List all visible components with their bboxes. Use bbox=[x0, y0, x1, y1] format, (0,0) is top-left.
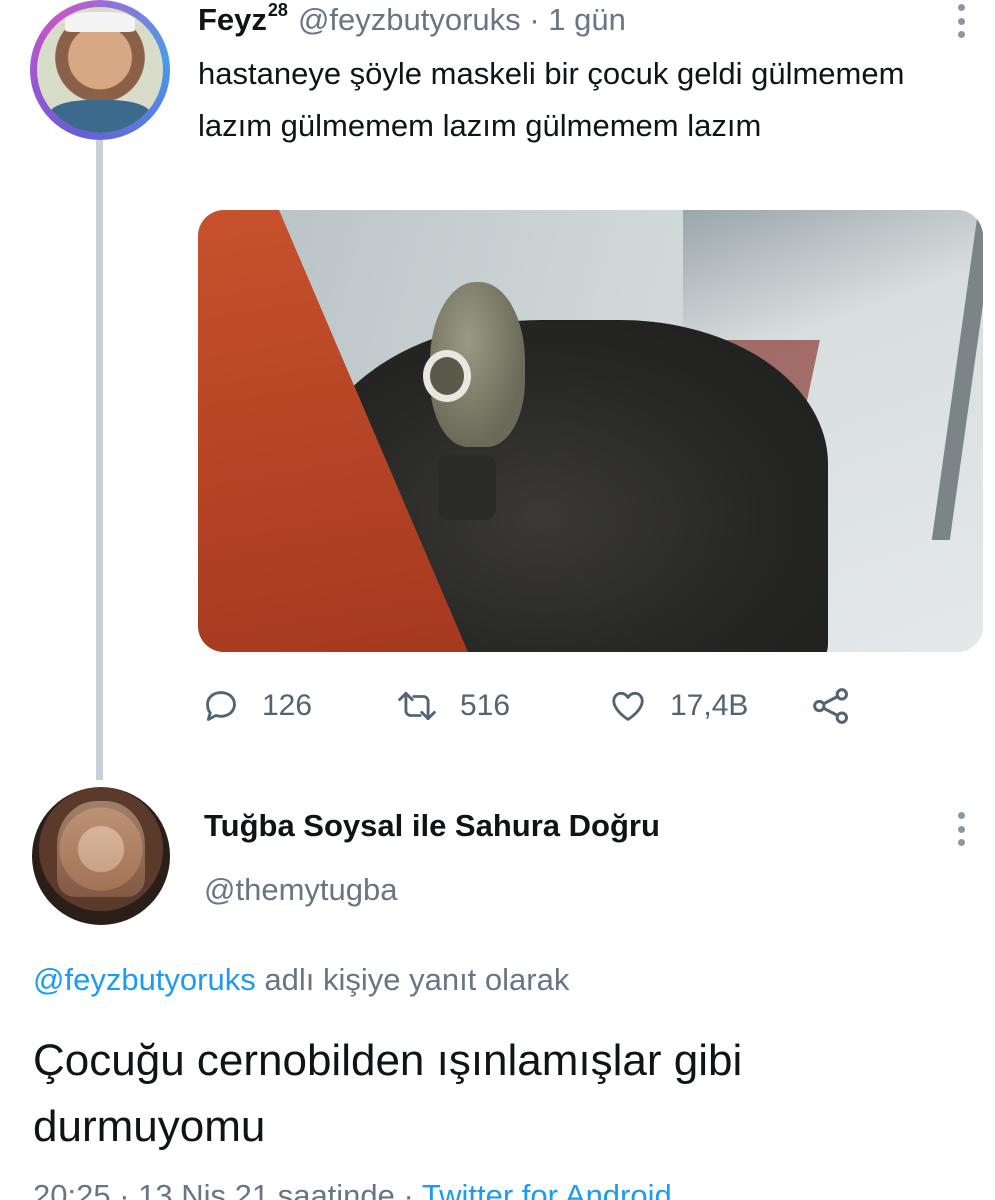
avatar-shirt bbox=[49, 100, 151, 133]
tweet-source-link[interactable]: Twitter for Android bbox=[422, 1178, 672, 1200]
reply-author-avatar[interactable] bbox=[32, 787, 170, 925]
author-handle-text: @feyzbutyoruks bbox=[297, 2, 521, 37]
replying-to-context: @feyzbutyoruks adlı kişiye yanıt olarak bbox=[33, 962, 569, 998]
tweet-timestamp[interactable]: 20:25 · 13 Nis 21 saatinde · bbox=[33, 1178, 414, 1200]
retweet-button[interactable]: 516 bbox=[396, 684, 510, 728]
author-name-text: Feyz bbox=[198, 2, 267, 37]
tweet-action-bar: 126 516 17,4B bbox=[198, 684, 898, 728]
heart-icon bbox=[612, 691, 644, 721]
reply-author-display-name[interactable]: Tuğba Soysal ile Sahura Doğru bbox=[204, 808, 660, 844]
author-name-suffix: 28 bbox=[267, 0, 288, 20]
author-display-name[interactable]: Feyz28 bbox=[198, 0, 288, 38]
avatar-hat bbox=[64, 12, 136, 33]
tweet-timestamp-row: 20:25 · 13 Nis 21 saatinde · Twitter for… bbox=[33, 1178, 672, 1200]
retweet-count: 516 bbox=[460, 689, 511, 722]
avatar-hair bbox=[56, 800, 146, 898]
tweet-photo[interactable] bbox=[198, 210, 983, 652]
avatar-photo bbox=[37, 7, 163, 133]
like-button[interactable]: 17,4B bbox=[608, 684, 748, 728]
like-count: 17,4B bbox=[670, 689, 749, 722]
author-avatar[interactable] bbox=[30, 0, 170, 140]
retweet-icon bbox=[398, 691, 436, 721]
reply-count: 126 bbox=[262, 689, 313, 722]
reply-tweet-text: Çocuğu cernobilden ışınlamışlar gibi dur… bbox=[33, 1036, 743, 1151]
reply-author-handle[interactable]: @themytugba bbox=[204, 872, 397, 908]
replying-to-mention-link[interactable]: @feyzbutyoruks bbox=[33, 962, 256, 997]
photo-mask-eyepiece bbox=[423, 350, 471, 402]
photo-mask-filter bbox=[438, 455, 496, 520]
reply-button[interactable]: 126 bbox=[202, 684, 312, 728]
more-options-icon[interactable] bbox=[958, 812, 966, 846]
tweet-text: hastaneye şöyle maskeli bir çocuk geldi … bbox=[198, 56, 905, 143]
share-icon bbox=[813, 688, 848, 724]
thread-connector-line bbox=[96, 140, 103, 780]
reply-icon bbox=[206, 691, 236, 721]
share-button[interactable] bbox=[810, 684, 852, 728]
tweet-header: Feyz28 @feyzbutyoruks · 1 gün bbox=[198, 0, 626, 40]
replying-to-label: adlı kişiye yanıt olarak bbox=[264, 962, 570, 997]
more-options-icon[interactable] bbox=[958, 4, 966, 38]
tweet-time: 1 gün bbox=[548, 2, 626, 37]
header-separator: · bbox=[529, 2, 540, 37]
author-handle[interactable]: @feyzbutyoruks · 1 gün bbox=[298, 2, 626, 38]
